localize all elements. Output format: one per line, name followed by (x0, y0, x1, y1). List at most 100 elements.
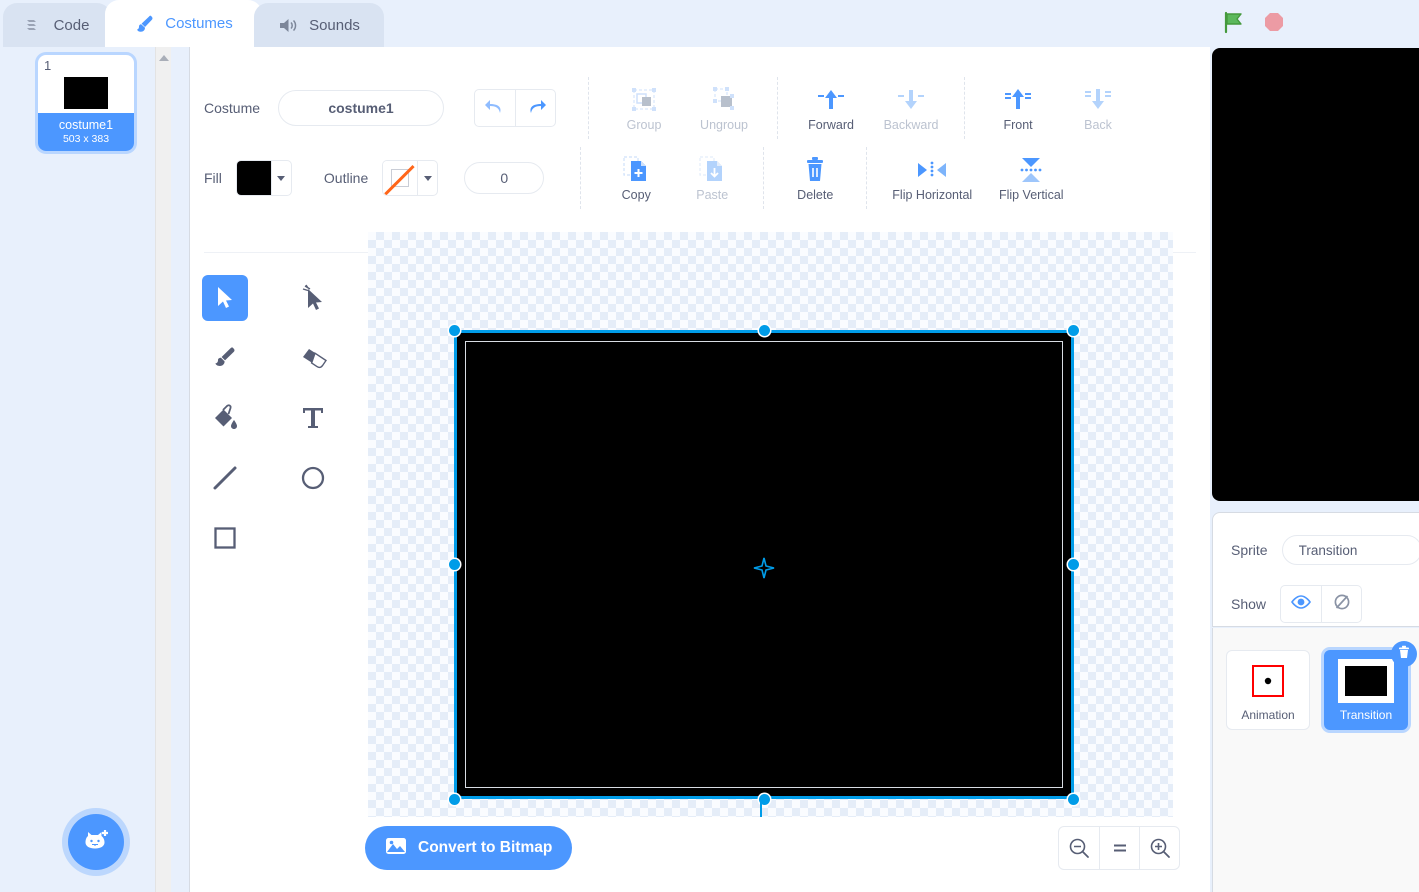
eye-closed-icon (1331, 592, 1353, 617)
ungroup-button[interactable]: Ungroup (693, 85, 755, 132)
backward-button[interactable]: Backward (880, 85, 942, 132)
zoom-reset-button[interactable] (1099, 827, 1139, 869)
outline-label: Outline (323, 170, 369, 186)
fill-label: Fill (204, 170, 222, 186)
image-icon (385, 837, 407, 860)
forward-button[interactable]: Forward (800, 85, 862, 132)
flip-vertical-button[interactable]: Flip Vertical (991, 155, 1071, 202)
chevron-down-icon (270, 161, 291, 195)
forward-icon (816, 85, 846, 115)
paste-label: Paste (696, 187, 729, 202)
back-label: Back (1084, 117, 1112, 132)
tool-circle[interactable] (290, 455, 336, 501)
paint-canvas[interactable] (368, 232, 1173, 817)
tab-code[interactable]: Code (3, 3, 111, 47)
stop-sign-icon[interactable] (1262, 10, 1286, 39)
handle-middle-right[interactable] (1068, 559, 1079, 570)
handle-middle-left[interactable] (449, 559, 460, 570)
tab-costumes-label: Costumes (165, 15, 233, 32)
fill-color-picker[interactable] (235, 160, 292, 196)
group-label: Group (626, 117, 662, 132)
delete-sprite-badge[interactable] (1391, 641, 1417, 667)
tab-bar: Code Costumes Sounds (0, 0, 1419, 47)
sprite-card-transition[interactable]: Transition (1324, 641, 1417, 730)
sprite-thumbnail (1338, 659, 1394, 703)
tool-reshape[interactable] (290, 275, 336, 321)
zoom-out-button[interactable] (1059, 827, 1099, 869)
speaker-icon (278, 17, 300, 34)
tool-line[interactable] (202, 455, 248, 501)
costume-name-input[interactable] (278, 90, 445, 126)
backward-label: Backward (883, 117, 939, 132)
delete-label: Delete (797, 187, 834, 202)
handle-top-right[interactable] (1068, 325, 1079, 336)
show-label: Show (1231, 596, 1267, 612)
group-icon (630, 85, 658, 115)
sprite-card-animation[interactable]: Animation (1226, 650, 1310, 730)
tab-code-label: Code (53, 16, 90, 34)
tool-text[interactable] (290, 395, 336, 441)
costume-field-label: Costume (204, 100, 261, 116)
sprite-card-label: Animation (1241, 708, 1295, 722)
sprite-name-input[interactable] (1281, 535, 1419, 565)
costume-thumbnail (38, 69, 134, 117)
scroll-up-arrow-icon[interactable] (159, 55, 169, 61)
sprite-thumbnail (1240, 659, 1296, 703)
tool-eraser[interactable] (290, 335, 336, 381)
sprite-field-label: Sprite (1231, 542, 1268, 558)
sprite-show-row: Show (1231, 585, 1419, 623)
tool-fill[interactable] (202, 395, 248, 441)
convert-to-bitmap-label: Convert to Bitmap (418, 839, 553, 856)
stage-display[interactable] (1212, 48, 1419, 501)
redo-button[interactable] (515, 90, 555, 126)
fill-color-swatch (236, 161, 271, 195)
flip-horizontal-button[interactable]: Flip Horizontal (887, 155, 977, 202)
tab-costumes[interactable]: Costumes (105, 0, 262, 47)
forward-label: Forward (808, 117, 854, 132)
show-on-button[interactable] (1281, 586, 1321, 622)
tool-brush[interactable] (202, 335, 248, 381)
toolbar-row-bottom: Fill Outline 0 Copy Paste Delete Flip Ho… (204, 147, 1071, 209)
group-button[interactable]: Group (613, 85, 675, 132)
delete-button[interactable]: Delete (784, 155, 846, 202)
paste-icon (699, 155, 725, 185)
costume-list-item[interactable]: 1 costume1 503 x 383 (38, 55, 134, 151)
flip-vertical-icon (1018, 155, 1044, 185)
undo-button[interactable] (475, 90, 515, 126)
show-off-button[interactable] (1321, 586, 1361, 622)
show-toggle-group (1280, 585, 1363, 623)
tool-select[interactable] (202, 275, 248, 321)
handle-top-left[interactable] (449, 325, 460, 336)
tool-rectangle[interactable] (202, 515, 248, 561)
flip-horizontal-icon (916, 155, 948, 185)
green-flag-icon[interactable] (1222, 10, 1246, 39)
undo-redo-group (474, 89, 557, 127)
chevron-down-icon (417, 161, 437, 195)
handle-bottom-left[interactable] (449, 794, 460, 805)
copy-button[interactable]: Copy (605, 155, 667, 202)
back-icon (1083, 85, 1113, 115)
handle-bottom-right[interactable] (1068, 794, 1079, 805)
ungroup-label: Ungroup (700, 117, 748, 132)
stroke-width-input[interactable] (464, 162, 545, 194)
front-button[interactable]: Front (987, 85, 1049, 132)
zoom-in-button[interactable] (1139, 827, 1179, 869)
code-icon (25, 17, 45, 33)
cat-add-icon (81, 827, 111, 858)
handle-top-center[interactable] (758, 325, 770, 336)
outline-color-picker[interactable] (382, 160, 439, 196)
add-costume-button[interactable] (68, 814, 124, 870)
paste-button[interactable]: Paste (681, 155, 743, 202)
back-button[interactable]: Back (1067, 85, 1129, 132)
costume-list-scrollbar[interactable] (155, 47, 171, 892)
paint-editor: Costume costume1 Group Ungroup Forward B… (190, 47, 1210, 892)
flip-vertical-label: Flip Vertical (998, 187, 1064, 202)
tab-sounds[interactable]: Sounds (254, 3, 384, 47)
rotation-handle-stem (759, 799, 762, 817)
paintbrush-icon (134, 14, 156, 34)
convert-to-bitmap-button[interactable]: Convert to Bitmap (365, 826, 573, 870)
copy-label: Copy (621, 187, 651, 202)
costume-dimensions-label: 503 x 383 (62, 133, 110, 145)
backward-icon (896, 85, 926, 115)
tab-sounds-label: Sounds (309, 16, 360, 34)
